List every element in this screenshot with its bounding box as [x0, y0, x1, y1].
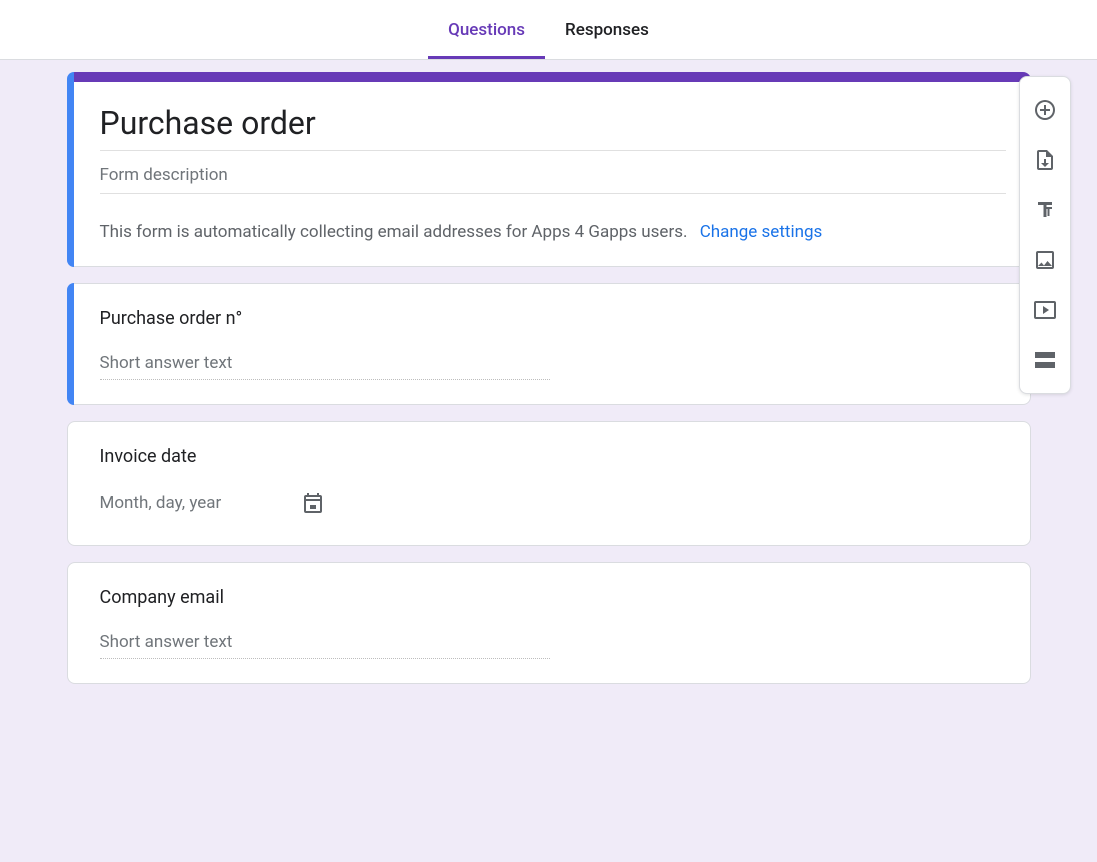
short-answer-placeholder: Short answer text	[100, 632, 550, 659]
import-icon	[1033, 148, 1057, 172]
date-placeholder: Month, day, year	[100, 493, 222, 513]
image-icon	[1033, 248, 1057, 272]
add-section-button[interactable]	[1027, 342, 1063, 378]
form-tabs: Questions Responses	[0, 0, 1097, 60]
add-title-button[interactable]	[1027, 192, 1063, 228]
plus-circle-icon	[1033, 98, 1057, 122]
email-collection-notice: This form is automatically collecting em…	[100, 194, 1006, 242]
text-icon	[1033, 198, 1057, 222]
form-title[interactable]: Purchase order	[100, 104, 1006, 151]
question-card-1[interactable]: Purchase order n° Short answer text	[67, 283, 1031, 405]
question-title[interactable]: Invoice date	[100, 446, 1006, 467]
form-canvas: Purchase order Form description This for…	[0, 60, 1097, 862]
form-description[interactable]: Form description	[100, 151, 1006, 194]
question-title[interactable]: Purchase order n°	[100, 308, 1006, 329]
video-icon	[1033, 298, 1057, 322]
add-question-button[interactable]	[1027, 92, 1063, 128]
section-icon	[1033, 348, 1057, 372]
question-title[interactable]: Company email	[100, 587, 1006, 608]
tab-responses[interactable]: Responses	[545, 20, 669, 59]
side-toolbar	[1019, 76, 1071, 394]
add-image-button[interactable]	[1027, 242, 1063, 278]
question-card-2[interactable]: Invoice date Month, day, year	[67, 421, 1031, 546]
add-video-button[interactable]	[1027, 292, 1063, 328]
change-settings-link[interactable]: Change settings	[700, 222, 823, 242]
form-header-card[interactable]: Purchase order Form description This for…	[67, 72, 1031, 267]
short-answer-placeholder: Short answer text	[100, 353, 550, 380]
import-questions-button[interactable]	[1027, 142, 1063, 178]
tab-questions[interactable]: Questions	[428, 20, 545, 59]
email-notice-text: This form is automatically collecting em…	[100, 222, 688, 242]
calendar-icon	[301, 491, 325, 515]
question-card-3[interactable]: Company email Short answer text	[67, 562, 1031, 684]
